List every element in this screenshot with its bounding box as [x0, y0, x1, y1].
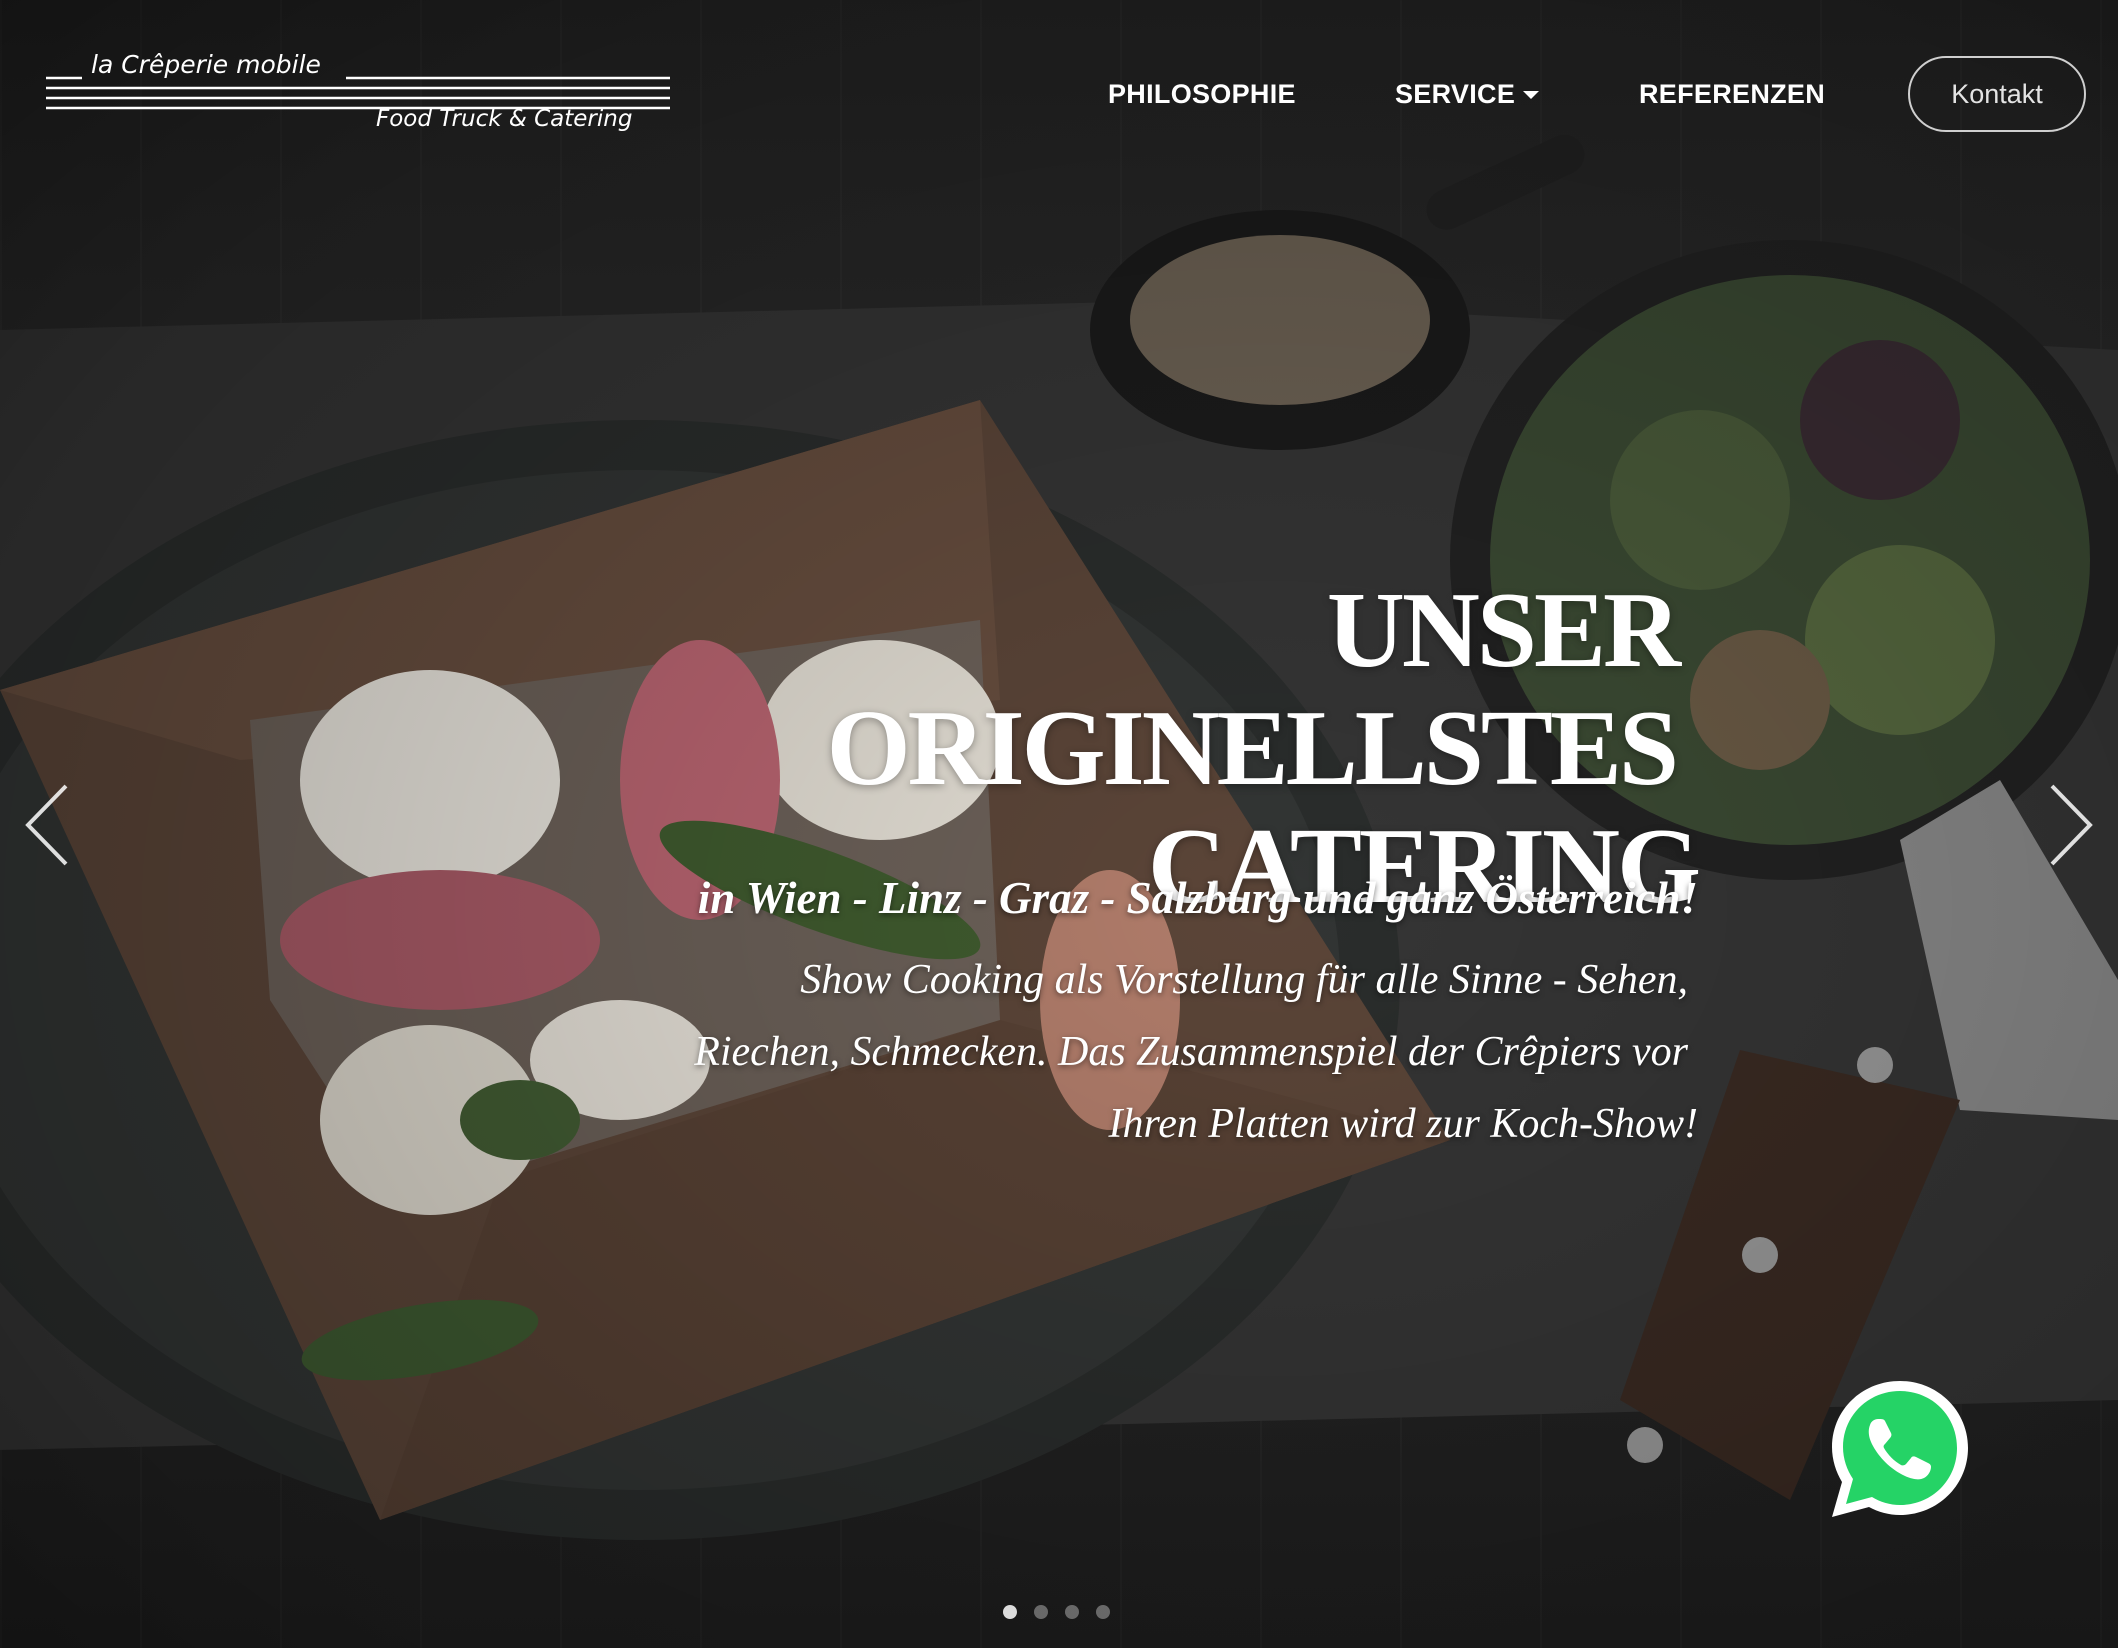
- slider-dot-4[interactable]: [1096, 1605, 1110, 1619]
- nav-service-label: SERVICE: [1395, 78, 1516, 109]
- slider-dot-3[interactable]: [1065, 1605, 1079, 1619]
- nav-referenzen[interactable]: REFERENZEN: [1639, 79, 1825, 110]
- hero-description-line-3: Ihren Platten wird zur Koch-Show!: [1108, 1101, 1698, 1147]
- nav-philosophie[interactable]: PHILOSOPHIE: [1108, 79, 1296, 110]
- slider-dot-1[interactable]: [1003, 1605, 1017, 1619]
- hero-description: Show Cooking als Vorstellung für alle Si…: [498, 944, 1698, 1160]
- slider-next-button[interactable]: [2040, 780, 2100, 870]
- hero-title-line-2: ORIGINELLSTES: [826, 689, 1679, 809]
- caret-down-icon: [1523, 91, 1540, 99]
- slider-pagination: [1003, 1605, 1110, 1619]
- contact-button[interactable]: Kontakt: [1908, 56, 2086, 132]
- hero-description-line-1: Show Cooking als Vorstellung für alle Si…: [800, 957, 1688, 1003]
- slider-prev-button[interactable]: [18, 780, 78, 870]
- slider-dot-2[interactable]: [1034, 1605, 1048, 1619]
- logo-name: la Crêperie mobile: [91, 50, 321, 79]
- chevron-left-icon: [25, 784, 68, 866]
- nav-service-dropdown[interactable]: SERVICE: [1395, 78, 1540, 110]
- whatsapp-chat-button[interactable]: [1826, 1375, 1974, 1523]
- whatsapp-icon: [1832, 1381, 1968, 1517]
- site-logo[interactable]: la Crêperie mobile Food Truck & Catering: [46, 50, 670, 150]
- hero-title-line-1: UNSER: [1326, 571, 1681, 691]
- hero-description-line-2: Riechen, Schmecken. Das Zusammenspiel de…: [694, 1029, 1688, 1075]
- logo-tagline: Food Truck & Catering: [376, 106, 633, 132]
- page: la Crêperie mobile Food Truck & Catering…: [0, 0, 2118, 1648]
- hero-subtitle: in Wien - Linz - Graz - Salzburg und gan…: [697, 873, 1698, 923]
- chevron-right-icon: [2050, 784, 2093, 866]
